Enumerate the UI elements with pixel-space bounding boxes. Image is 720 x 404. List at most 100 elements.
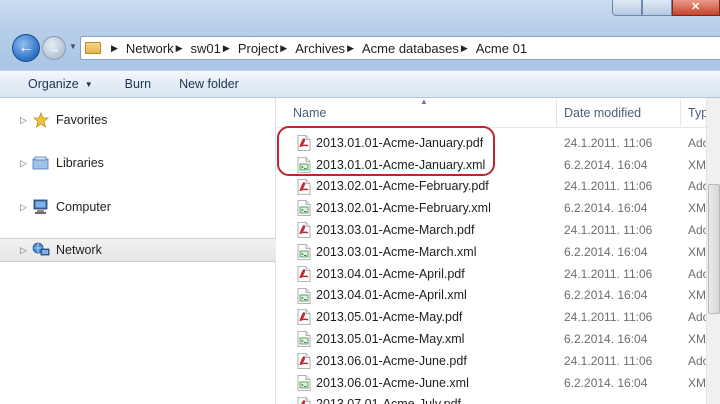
file-name: 2013.05.01-Acme-May.pdf: [316, 310, 463, 325]
nav-item-label: Computer: [56, 200, 111, 214]
breadcrumb-separator-icon[interactable]: ▶: [111, 43, 118, 54]
burn-label: Burn: [124, 77, 152, 91]
file-name: 2013.03.01-Acme-March.xml: [316, 244, 477, 259]
network-icon: [32, 242, 50, 258]
file-row[interactable]: 2013.02.01-Acme-February.pdf 24.1.2011. 1…: [277, 176, 720, 198]
column-header-date-modified[interactable]: Date modified: [564, 106, 641, 120]
column-header: ▲ Name Date modified Type: [277, 97, 720, 128]
file-date-modified: 6.2.2014. 16:04: [564, 288, 648, 303]
file-date-modified: 24.1.2011. 11:06: [564, 135, 653, 150]
breadcrumb-segment[interactable]: ▶ sw01: [174, 41, 221, 56]
breadcrumb-separator-icon[interactable]: ▶: [176, 43, 183, 54]
file-name: 2013.02.01-Acme-February.xml: [316, 201, 491, 216]
breadcrumb-separator-icon[interactable]: ▶: [223, 43, 230, 54]
file-row[interactable]: 2013.06.01-Acme-June.xml 6.2.2014. 16:04 X…: [277, 372, 720, 394]
pdf-file-icon: [297, 353, 311, 369]
xml-file-icon: [297, 200, 311, 217]
breadcrumb-label: Acme databases: [361, 40, 459, 56]
new-folder-button[interactable]: New folder: [165, 73, 253, 95]
scrollbar-thumb[interactable]: [708, 184, 720, 314]
breadcrumb-segment[interactable]: ▶ Network: [109, 41, 174, 56]
organize-button[interactable]: Organize ▼: [14, 73, 107, 95]
breadcrumb-segment[interactable]: ▶ Acme databases: [345, 41, 459, 56]
pdf-file-icon: [297, 309, 311, 326]
breadcrumb-separator-icon[interactable]: ▶: [461, 43, 468, 54]
nav-item-favorites[interactable]: ▷ Favorites: [0, 108, 276, 132]
file-date-modified: 6.2.2014. 16:04: [564, 201, 648, 216]
file-date-modified: 24.1.2011. 11:06: [564, 310, 653, 325]
burn-button[interactable]: Burn: [111, 73, 165, 95]
file-row[interactable]: 2013.03.01-Acme-March.xml 6.2.2014. 16:04…: [277, 241, 720, 263]
recent-pages-dropdown[interactable]: ▼: [69, 42, 77, 51]
breadcrumb: ▶ Network ▶ sw01 ▶ Project ▶ Archives ▶ Acme data…: [109, 41, 527, 56]
forward-button[interactable]: →: [42, 36, 66, 60]
xml-file-icon: [297, 331, 311, 348]
file-name: 2013.04.01-Acme-April.pdf: [316, 266, 465, 281]
breadcrumb-separator-icon[interactable]: ▶: [280, 43, 287, 54]
pdf-file-icon: [297, 265, 311, 282]
file-name: 2013.07.01-Acme-July.pdf: [316, 397, 461, 404]
file-row[interactable]: 2013.06.01-Acme-June.pdf 24.1.2011. 11:06…: [277, 350, 720, 372]
breadcrumb-label: sw01: [190, 40, 221, 56]
nav-item-label: Network: [56, 243, 102, 257]
file-date-modified: 24.1.2011. 11:06: [564, 266, 653, 281]
file-name: 2013.05.01-Acme-May.xml: [316, 332, 465, 347]
file-name: 2013.04.01-Acme-April.xml: [316, 288, 467, 303]
breadcrumb-label: Archives: [295, 40, 346, 56]
folder-icon: [85, 42, 101, 54]
command-bar: Organize ▼ Burn New folder: [0, 70, 720, 98]
column-header-name[interactable]: Name: [293, 106, 326, 120]
pdf-file-icon: [297, 396, 311, 404]
expand-arrow-icon[interactable]: ▷: [20, 202, 30, 213]
expand-arrow-icon[interactable]: ▷: [20, 115, 30, 126]
column-divider[interactable]: [680, 100, 681, 126]
arrow-left-icon: ←: [18, 39, 34, 56]
file-date-modified: 24.1.2011. 11:06: [564, 179, 653, 194]
star-icon: [32, 112, 50, 128]
file-name: 2013.06.01-Acme-June.xml: [316, 375, 469, 390]
pdf-file-icon: [297, 178, 311, 195]
pdf-file-icon: [297, 222, 311, 239]
column-divider[interactable]: [556, 100, 557, 126]
file-row[interactable]: 2013.04.01-Acme-April.pdf 24.1.2011. 11:0…: [277, 263, 720, 285]
organize-label: Organize: [28, 77, 79, 91]
file-row[interactable]: 2013.04.01-Acme-April.xml 6.2.2014. 16:04…: [277, 285, 720, 307]
file-date-modified: 6.2.2014. 16:04: [564, 332, 648, 347]
close-button[interactable]: [672, 0, 720, 16]
file-row[interactable]: 2013.02.01-Acme-February.xml 6.2.2014. 16…: [277, 197, 720, 219]
file-row[interactable]: 2013.03.01-Acme-March.pdf 24.1.2011. 11:0…: [277, 219, 720, 241]
file-name: 2013.02.01-Acme-February.pdf: [316, 179, 489, 194]
file-row[interactable]: 2013.05.01-Acme-May.xml 6.2.2014. 16:04 XM…: [277, 328, 720, 350]
expand-arrow-icon[interactable]: ▷: [20, 158, 30, 169]
breadcrumb-segment[interactable]: ▶ Acme 01: [459, 41, 527, 56]
breadcrumb-segment[interactable]: ▶ Project: [221, 41, 278, 56]
chevron-down-icon: ▼: [84, 79, 93, 89]
file-row[interactable]: 2013.05.01-Acme-May.pdf 24.1.2011. 11:06 A…: [277, 306, 720, 328]
vertical-scrollbar[interactable]: [706, 98, 720, 404]
file-row[interactable]: 2013.07.01-Acme-July.pdf: [277, 394, 720, 404]
arrow-right-icon: →: [47, 40, 61, 56]
breadcrumb-separator-icon[interactable]: ▶: [347, 43, 354, 54]
maximize-button[interactable]: [642, 0, 672, 16]
file-date-modified: 6.2.2014. 16:04: [564, 375, 648, 390]
nav-item-network[interactable]: ▷ Network: [0, 238, 276, 262]
breadcrumb-segment[interactable]: ▶ Archives: [278, 41, 345, 56]
new-folder-label: New folder: [179, 77, 239, 91]
nav-item-label: Favorites: [56, 113, 108, 127]
expand-arrow-icon[interactable]: ▷: [20, 245, 30, 256]
nav-item-libraries[interactable]: ▷ Libraries: [0, 151, 276, 175]
file-date-modified: 24.1.2011. 11:06: [564, 353, 653, 368]
file-list-pane: ▲ Name Date modified Type 2013.01.01-Acm…: [277, 97, 720, 404]
minimize-button[interactable]: [612, 0, 642, 16]
xml-file-icon: [297, 287, 311, 304]
file-date-modified: 6.2.2014. 16:04: [564, 157, 648, 172]
xml-file-icon: [297, 244, 311, 260]
libraries-icon: [32, 155, 50, 171]
back-button[interactable]: ←: [12, 34, 40, 62]
file-name: 2013.03.01-Acme-March.pdf: [316, 223, 475, 238]
sort-ascending-icon: ▲: [420, 97, 428, 106]
address-bar[interactable]: ▶ Network ▶ sw01 ▶ Project ▶ Archives ▶ Acme data…: [80, 36, 720, 60]
xml-file-icon: [297, 374, 311, 391]
file-date-modified: 6.2.2014. 16:04: [564, 244, 648, 259]
nav-item-computer[interactable]: ▷ Computer: [0, 195, 276, 219]
